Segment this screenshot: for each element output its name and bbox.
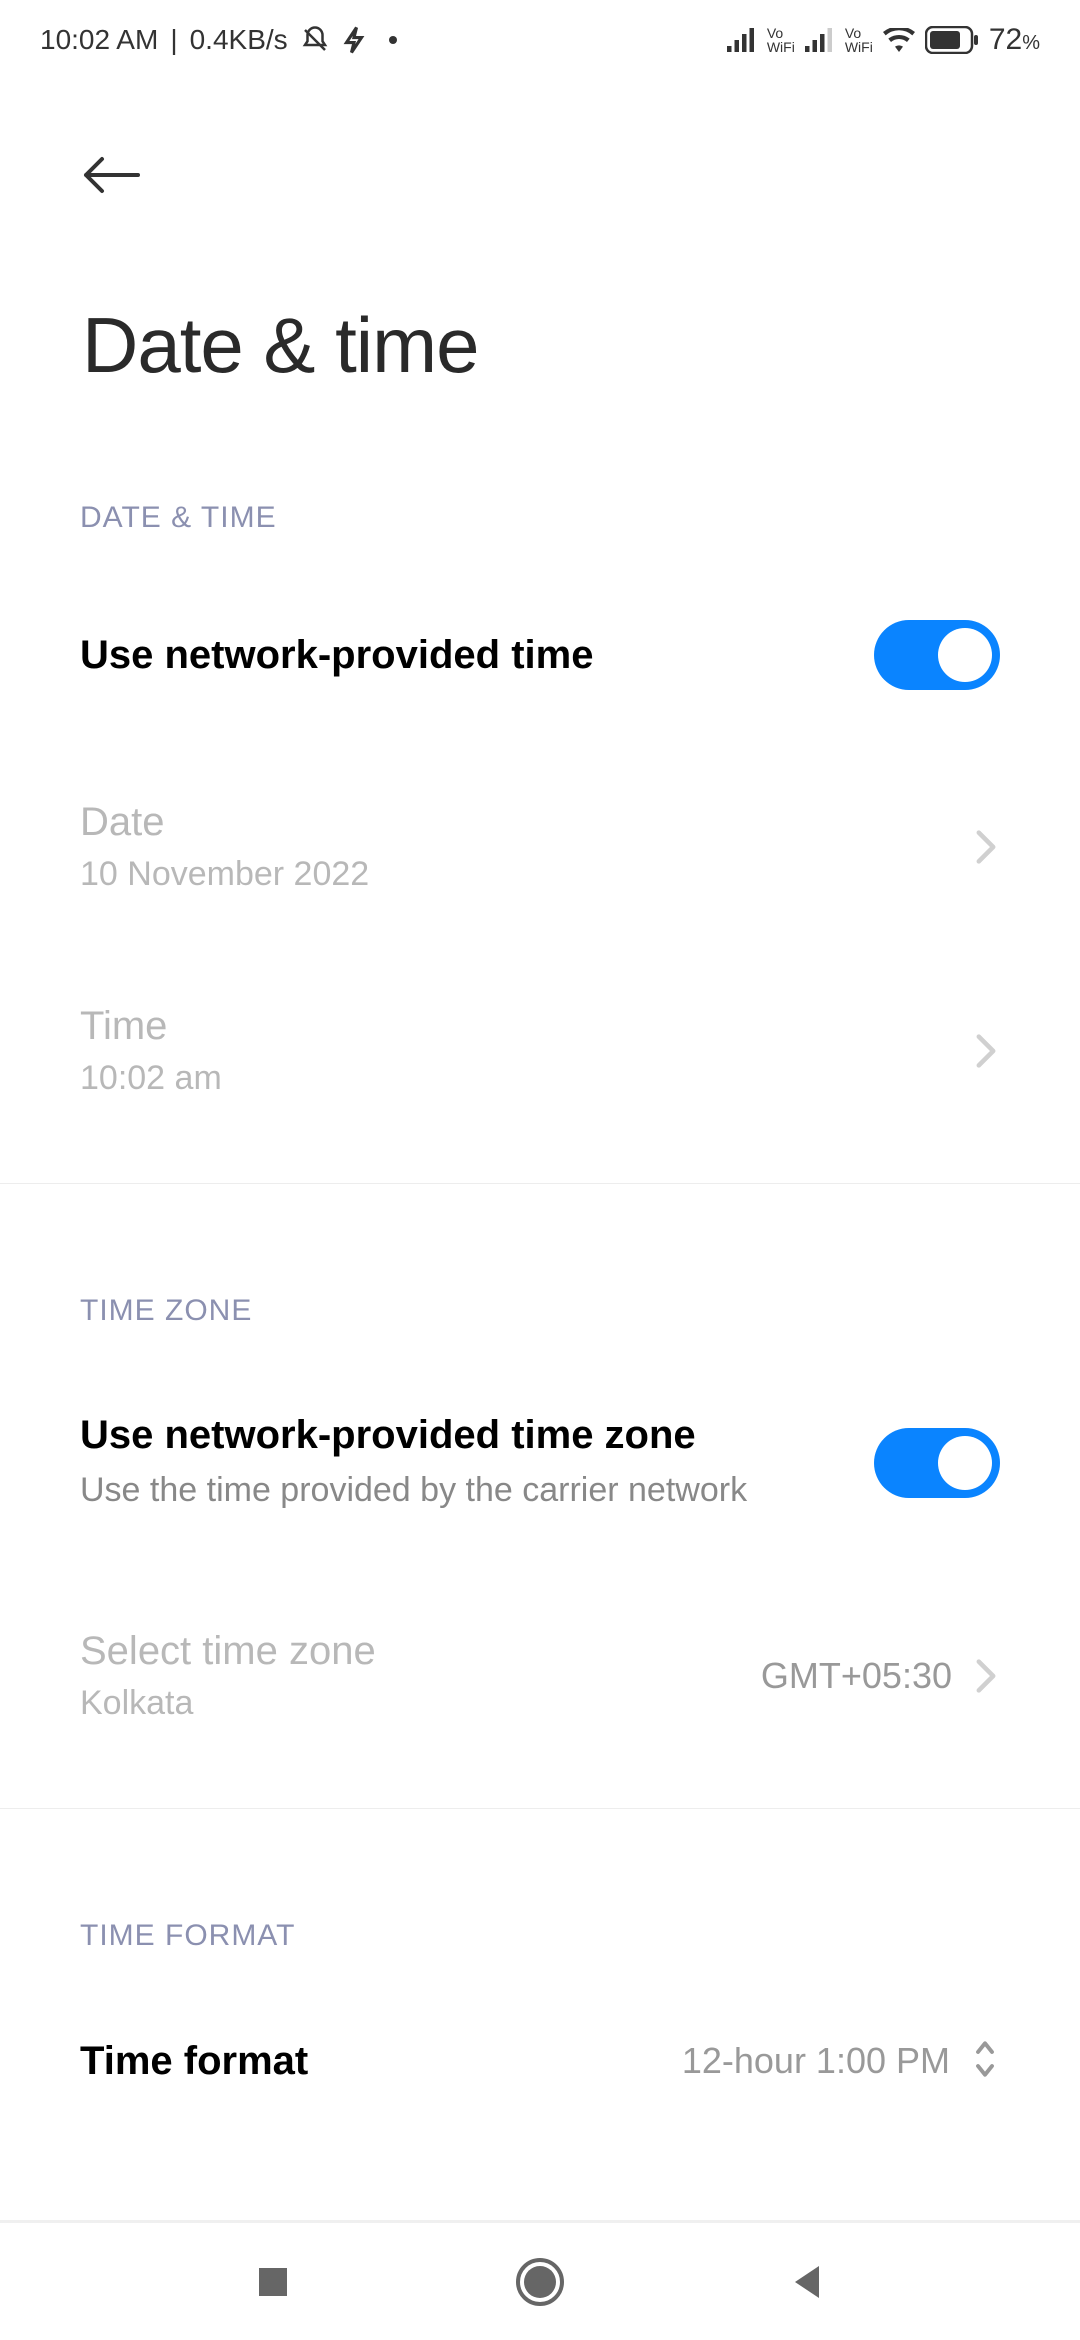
row-title-network-tz: Use network-provided time zone: [80, 1413, 874, 1458]
divider: [0, 1183, 1080, 1184]
row-value-date: 10 November 2022: [80, 855, 972, 894]
status-bar-left: 10:02 AM | 0.4KB/s: [40, 24, 398, 56]
charging-icon: [342, 25, 366, 55]
toggle-network-timezone[interactable]: [874, 1428, 1000, 1498]
row-value-time: 10:02 am: [80, 1059, 972, 1098]
nav-recent-button[interactable]: [243, 2252, 303, 2312]
row-select-timezone[interactable]: Select time zone Kolkata GMT+05:30: [80, 1599, 1000, 1753]
row-title-time-format: Time format: [80, 2039, 682, 2084]
notifications-muted-icon: [300, 25, 330, 55]
chevron-right-icon: [972, 1662, 1000, 1690]
status-separator: |: [170, 24, 177, 56]
row-title-time: Time: [80, 1004, 972, 1049]
battery-icon: [925, 26, 979, 54]
row-title-network-time: Use network-provided time: [80, 633, 874, 678]
status-bar-right: VoWiFi VoWiFi 72%: [727, 23, 1040, 57]
row-desc-network-tz: Use the time provided by the carrier net…: [80, 1468, 800, 1514]
section-header-datetime: DATE & TIME: [80, 501, 1000, 535]
wifi-icon: [883, 28, 915, 52]
square-icon: [255, 2264, 291, 2300]
row-title-date: Date: [80, 800, 972, 845]
circle-icon: [515, 2257, 565, 2307]
navigation-bar: [0, 2220, 1080, 2340]
triangle-left-icon: [789, 2262, 825, 2302]
notification-dot-icon: [388, 35, 398, 45]
battery-percent: 72%: [989, 23, 1040, 57]
row-sub-select-tz: Kolkata: [80, 1684, 761, 1723]
back-button[interactable]: [80, 140, 150, 210]
vowifi-2-icon: VoWiFi: [845, 26, 873, 54]
header: Date & time: [0, 80, 1080, 391]
signal-2-icon: [805, 28, 835, 52]
status-network-speed: 0.4KB/s: [190, 24, 288, 56]
chevron-right-icon: [972, 833, 1000, 861]
status-time: 10:02 AM: [40, 24, 158, 56]
updown-icon: [970, 2038, 1000, 2085]
row-value-gmt: GMT+05:30: [761, 1655, 952, 1697]
row-network-timezone[interactable]: Use network-provided time zone Use the t…: [80, 1383, 1000, 1544]
row-title-select-tz: Select time zone: [80, 1629, 761, 1674]
row-time[interactable]: Time 10:02 am: [80, 974, 1000, 1128]
row-time-format[interactable]: Time format 12-hour 1:00 PM: [80, 2008, 1000, 2115]
section-header-timeformat: TIME FORMAT: [80, 1919, 1000, 1953]
row-date[interactable]: Date 10 November 2022: [80, 770, 1000, 924]
toggle-network-time[interactable]: [874, 620, 1000, 690]
signal-1-icon: [727, 28, 757, 52]
content: DATE & TIME Use network-provided time Da…: [0, 501, 1080, 2115]
section-header-timezone: TIME ZONE: [80, 1294, 1000, 1328]
page-title: Date & time: [82, 300, 1020, 391]
arrow-left-icon: [80, 153, 142, 197]
row-network-time[interactable]: Use network-provided time: [80, 590, 1000, 720]
status-bar: 10:02 AM | 0.4KB/s VoWiFi VoWiFi 72%: [0, 0, 1080, 80]
row-value-time-format: 12-hour 1:00 PM: [682, 2040, 950, 2082]
vowifi-1-icon: VoWiFi: [767, 26, 795, 54]
chevron-right-icon: [972, 1037, 1000, 1065]
divider: [0, 1808, 1080, 1809]
nav-back-button[interactable]: [777, 2252, 837, 2312]
nav-home-button[interactable]: [510, 2252, 570, 2312]
